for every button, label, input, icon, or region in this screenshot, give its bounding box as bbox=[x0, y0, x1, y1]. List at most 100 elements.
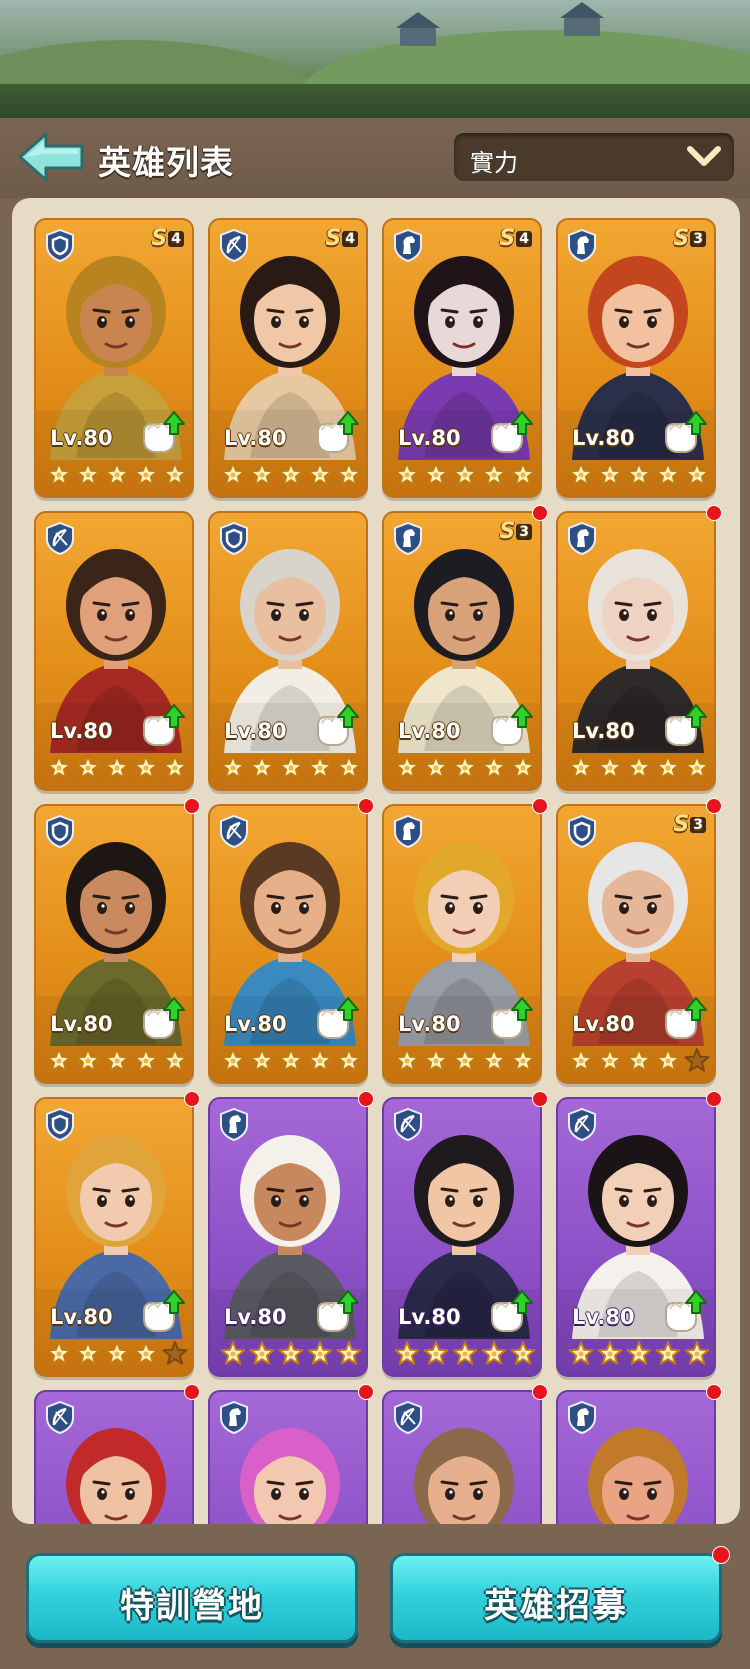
horse-class-icon bbox=[394, 814, 422, 849]
star-rating bbox=[394, 1341, 536, 1365]
notification-dot bbox=[706, 798, 722, 814]
hero-level: Lv.80 bbox=[572, 719, 635, 743]
shield-class-icon bbox=[46, 814, 74, 849]
sort-dropdown[interactable]: 實力 bbox=[454, 133, 734, 181]
hero-class-badge bbox=[392, 814, 424, 849]
hero-level: Lv.80 bbox=[572, 1305, 635, 1329]
star-rating bbox=[568, 462, 710, 486]
hero-card[interactable] bbox=[34, 1390, 194, 1524]
hero-class-badge bbox=[218, 228, 250, 263]
hero-card[interactable]: Lv.80 bbox=[382, 804, 542, 1084]
hero-class-badge bbox=[218, 814, 250, 849]
hero-card[interactable]: Lv.80 bbox=[208, 511, 368, 791]
hero-level: Lv.80 bbox=[50, 1012, 113, 1036]
notification-dot bbox=[358, 1384, 374, 1400]
upgrade-available-icon bbox=[491, 1290, 533, 1332]
hero-rank-letter: S bbox=[151, 226, 168, 251]
horse-class-icon bbox=[220, 1107, 248, 1142]
hero-class-badge bbox=[566, 521, 598, 556]
upgrade-available-icon bbox=[665, 997, 707, 1039]
notification-dot bbox=[184, 1091, 200, 1107]
hero-class-badge bbox=[566, 228, 598, 263]
hero-class-badge bbox=[44, 521, 76, 556]
hero-recruit-button[interactable]: 英雄招募 bbox=[390, 1553, 722, 1643]
bow-class-icon bbox=[220, 814, 248, 849]
house-roof bbox=[396, 12, 440, 28]
hero-card[interactable]: S 4 Lv.80 bbox=[382, 218, 542, 498]
house-roof bbox=[560, 2, 604, 18]
shield-class-icon bbox=[220, 521, 248, 556]
bow-class-icon bbox=[46, 521, 74, 556]
hero-class-badge bbox=[44, 1107, 76, 1142]
hero-class-badge bbox=[218, 521, 250, 556]
hero-card[interactable] bbox=[382, 1390, 542, 1524]
upgrade-available-icon bbox=[143, 997, 185, 1039]
star-rating bbox=[568, 755, 710, 779]
horse-class-icon bbox=[568, 1400, 596, 1435]
training-camp-button[interactable]: 特訓營地 bbox=[26, 1553, 358, 1643]
hero-rank: S4 bbox=[499, 226, 532, 251]
hero-card[interactable]: S 3 Lv.80 bbox=[556, 804, 716, 1084]
hero-card[interactable]: S 3 Lv.80 bbox=[382, 511, 542, 791]
hero-list-panel[interactable]: S 4 Lv.80 S 4 Lv.80 S 4 Lv.80 S 3 Lv.80 Lv.80 Lv.80 S 3… bbox=[12, 198, 740, 1524]
star-rating bbox=[394, 1048, 536, 1072]
hero-card[interactable]: S 3 Lv.80 bbox=[556, 218, 716, 498]
upgrade-available-icon bbox=[665, 1290, 707, 1332]
hero-card[interactable]: Lv.80 bbox=[34, 1097, 194, 1377]
hero-card[interactable]: Lv.80 bbox=[556, 1097, 716, 1377]
hero-class-badge bbox=[218, 1400, 250, 1435]
notification-dot bbox=[532, 798, 548, 814]
hero-card[interactable]: Lv.80 bbox=[208, 804, 368, 1084]
notification-dot bbox=[706, 1384, 722, 1400]
hero-level: Lv.80 bbox=[224, 719, 287, 743]
hero-card[interactable] bbox=[556, 1390, 716, 1524]
bow-class-icon bbox=[394, 1107, 422, 1142]
notification-dot bbox=[184, 1384, 200, 1400]
hero-rank-letter: S bbox=[673, 226, 690, 251]
hero-class-badge bbox=[44, 228, 76, 263]
hero-rank-number: 3 bbox=[690, 817, 706, 833]
upgrade-available-icon bbox=[317, 411, 359, 453]
hero-level: Lv.80 bbox=[224, 426, 287, 450]
star-rating bbox=[46, 1341, 188, 1365]
notification-dot bbox=[184, 798, 200, 814]
upgrade-available-icon bbox=[491, 411, 533, 453]
notification-dot bbox=[358, 798, 374, 814]
hero-card[interactable]: Lv.80 bbox=[34, 511, 194, 791]
hero-level: Lv.80 bbox=[398, 719, 461, 743]
hero-class-badge bbox=[392, 1400, 424, 1435]
star-rating bbox=[46, 1048, 188, 1072]
house bbox=[564, 18, 600, 36]
hero-level: Lv.80 bbox=[224, 1305, 287, 1329]
hero-level: Lv.80 bbox=[398, 426, 461, 450]
horse-class-icon bbox=[394, 521, 422, 556]
star-rating bbox=[46, 755, 188, 779]
hero-rank-number: 4 bbox=[168, 231, 184, 247]
hero-card[interactable]: Lv.80 bbox=[382, 1097, 542, 1377]
hero-class-badge bbox=[392, 1107, 424, 1142]
hero-card[interactable] bbox=[208, 1390, 368, 1524]
hero-card[interactable]: Lv.80 bbox=[556, 511, 716, 791]
house bbox=[400, 28, 436, 46]
notification-dot bbox=[358, 1091, 374, 1107]
horse-class-icon bbox=[220, 1400, 248, 1435]
hero-level: Lv.80 bbox=[572, 1012, 635, 1036]
horse-class-icon bbox=[394, 228, 422, 263]
shield-class-icon bbox=[568, 814, 596, 849]
hero-card[interactable]: S 4 Lv.80 bbox=[208, 218, 368, 498]
hero-card[interactable]: S 4 Lv.80 bbox=[34, 218, 194, 498]
hero-class-badge bbox=[392, 228, 424, 263]
upgrade-available-icon bbox=[665, 411, 707, 453]
training-camp-label: 特訓營地 bbox=[120, 1586, 264, 1626]
star-rating bbox=[568, 1048, 710, 1072]
hero-level: Lv.80 bbox=[572, 426, 635, 450]
hero-card[interactable]: Lv.80 bbox=[34, 804, 194, 1084]
back-button[interactable] bbox=[16, 130, 86, 184]
star-empty-icon bbox=[162, 1341, 188, 1365]
hero-rank-letter: S bbox=[499, 519, 516, 544]
hero-card[interactable]: Lv.80 bbox=[208, 1097, 368, 1377]
hero-level: Lv.80 bbox=[50, 1305, 113, 1329]
upgrade-available-icon bbox=[491, 704, 533, 746]
star-rating bbox=[568, 1341, 710, 1365]
hero-recruit-label: 英雄招募 bbox=[484, 1586, 628, 1626]
